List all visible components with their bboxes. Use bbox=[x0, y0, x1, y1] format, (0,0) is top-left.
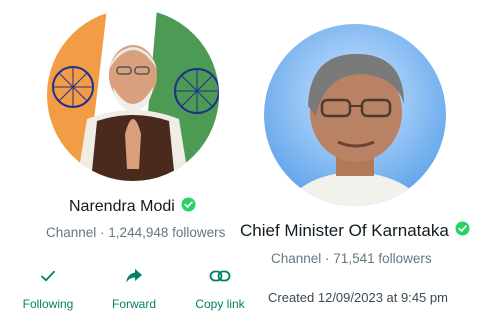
channel-name-narendra-modi: Narendra Modi bbox=[69, 197, 196, 217]
channel-created-date: Created 12/09/2023 at 9:45 pm bbox=[268, 290, 448, 305]
channel-name-text: Narendra Modi bbox=[69, 198, 175, 215]
copy-link-label: Copy link bbox=[195, 297, 245, 311]
following-label: Following bbox=[22, 297, 74, 311]
separator-dot: · bbox=[321, 251, 334, 266]
channel-followers-info: Channel · 1,244,948 followers bbox=[46, 225, 225, 240]
forward-label: Forward bbox=[111, 297, 156, 311]
channel-type-label: Channel bbox=[271, 251, 322, 266]
avatar-image bbox=[47, 9, 219, 181]
check-icon bbox=[13, 265, 83, 287]
follower-count: 1,244,948 followers bbox=[108, 225, 226, 240]
link-icon bbox=[185, 265, 255, 287]
channel-name-text: Chief Minister Of Karnataka bbox=[240, 221, 449, 240]
forward-arrow-icon bbox=[99, 265, 169, 287]
avatar-image bbox=[264, 24, 446, 206]
copy-link-button[interactable]: Copy link bbox=[185, 265, 255, 311]
channel-type-label: Channel bbox=[46, 225, 97, 240]
forward-button[interactable]: Forward bbox=[99, 265, 169, 311]
channel-avatar-narendra-modi[interactable] bbox=[47, 9, 219, 181]
channel-name-chief-minister-karnataka: Chief Minister Of Karnataka bbox=[240, 221, 470, 241]
following-button[interactable]: Following bbox=[13, 265, 83, 311]
follower-count: 71,541 followers bbox=[333, 251, 432, 266]
separator-dot: · bbox=[96, 225, 109, 240]
channel-followers-info: Channel · 71,541 followers bbox=[271, 251, 432, 266]
verified-badge-icon bbox=[181, 197, 196, 217]
channel-avatar-chief-minister-karnataka[interactable] bbox=[264, 24, 446, 206]
verified-badge-icon bbox=[455, 221, 470, 241]
